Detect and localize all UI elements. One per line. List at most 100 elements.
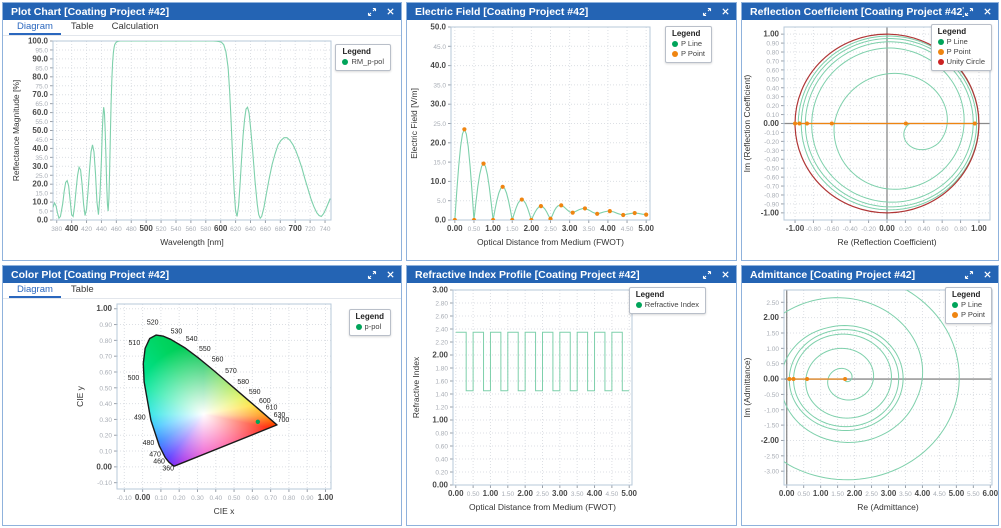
tick-label: 0.00 <box>763 119 779 128</box>
tab-table[interactable]: Table <box>63 283 102 298</box>
close-icon[interactable] <box>386 7 395 16</box>
data-point <box>571 211 575 215</box>
tick-label: 1.60 <box>435 379 448 386</box>
tick-label: -0.50 <box>764 392 779 399</box>
x-axis-title: CIE x <box>214 506 236 516</box>
tick-label: 0.70 <box>99 354 112 361</box>
close-icon[interactable] <box>983 270 992 279</box>
tick-label: 40.0 <box>32 144 48 153</box>
tick-label: 60.0 <box>32 108 48 117</box>
tick-label: -1.00 <box>761 208 780 217</box>
legend-item-label: Refractive Index <box>645 300 699 310</box>
tick-label: 1.50 <box>506 226 519 233</box>
tick-label: 0.00 <box>448 489 464 498</box>
close-icon[interactable] <box>721 270 730 279</box>
x-axis-title: Optical Distance from Medium (FWOT) <box>469 502 616 512</box>
tick-label: -0.70 <box>764 184 779 191</box>
tick-label: 4.00 <box>587 489 603 498</box>
tick-label: 0.50 <box>766 76 779 83</box>
window-titlebar[interactable]: Refractive Index Profile [Coating Projec… <box>407 266 736 283</box>
tick-label: 2.50 <box>536 491 549 498</box>
maximize-icon[interactable] <box>964 270 974 280</box>
plot-reflectance-spectrum: 3804004204404604805005205405605806006206… <box>3 36 401 260</box>
window-titlebar[interactable]: Electric Field [Coating Project #42] <box>407 3 736 20</box>
tab-table[interactable]: Table <box>63 20 102 35</box>
legend-title: Legend <box>952 290 985 299</box>
tick-label: -0.80 <box>806 226 821 233</box>
data-point <box>830 122 834 126</box>
tick-label: 0.80 <box>766 50 779 57</box>
tick-label: 1.50 <box>766 330 779 337</box>
close-icon[interactable] <box>721 7 730 16</box>
tick-label: 25.0 <box>35 173 48 180</box>
tab-calculation[interactable]: Calculation <box>104 20 167 35</box>
maximize-icon[interactable] <box>702 270 712 280</box>
maximize-icon[interactable] <box>367 7 377 17</box>
tick-label: 0.90 <box>99 322 112 329</box>
tick-label: 0.80 <box>99 338 112 345</box>
window-titlebar[interactable]: Plot Chart [Coating Project #42] <box>3 3 401 20</box>
tick-label: 2.60 <box>435 314 448 321</box>
close-icon[interactable] <box>983 7 992 16</box>
window-admittance: Admittance [Coating Project #42] 0.000.5… <box>741 265 999 526</box>
maximize-icon[interactable] <box>702 7 712 17</box>
tick-label: 10.0 <box>430 177 446 186</box>
x-axis-title: Wavelength [nm] <box>160 237 223 247</box>
tick-label: 660 <box>260 226 271 233</box>
tick-label: 540 <box>171 226 182 233</box>
window-title: Electric Field [Coating Project #42] <box>415 6 702 18</box>
tick-label: 420 <box>81 226 92 233</box>
tick-label: 0.20 <box>899 226 912 233</box>
tick-label: 0.50 <box>99 385 112 392</box>
window-title: Plot Chart [Coating Project #42] <box>11 6 367 18</box>
tick-label: 0.50 <box>797 491 810 498</box>
tick-label: 2.00 <box>517 489 533 498</box>
window-electric-field: Electric Field [Coating Project #42] 0.0… <box>406 2 737 261</box>
tick-label: 2.50 <box>766 300 779 307</box>
tick-label: 40.0 <box>430 61 446 70</box>
legend-item: RM_p-pol <box>342 57 384 67</box>
window-titlebar[interactable]: Reflection Coefficient [Coating Project … <box>742 3 998 20</box>
window-titlebar[interactable]: Admittance [Coating Project #42] <box>742 266 998 283</box>
tick-label: 0.40 <box>99 401 112 408</box>
tab-diagram[interactable]: Diagram <box>9 20 61 35</box>
tick-label: 0.0 <box>37 216 49 225</box>
tick-label: 35.0 <box>35 155 48 162</box>
tick-label: 4.50 <box>933 491 946 498</box>
tick-label: -0.10 <box>764 130 779 137</box>
tick-label: 5.00 <box>638 224 654 233</box>
tick-label: 5.00 <box>621 489 637 498</box>
tick-label: 50.0 <box>430 23 446 32</box>
tick-label: 0.40 <box>766 85 779 92</box>
window-title: Reflection Coefficient [Coating Project … <box>750 6 964 18</box>
window-titlebar[interactable]: Color Plot [Coating Project #42] <box>3 266 401 283</box>
maximize-icon[interactable] <box>367 270 377 280</box>
window-color-plot: Color Plot [Coating Project #42] Diagram… <box>2 265 402 526</box>
tick-label: 740 <box>320 226 331 233</box>
tick-label: 55.0 <box>35 119 48 126</box>
tick-label: 0.00 <box>447 224 463 233</box>
legend-title: Legend <box>342 47 384 56</box>
legend-item-label: P Point <box>947 47 971 57</box>
tick-label: 3.50 <box>899 491 912 498</box>
data-point <box>805 122 809 126</box>
data-point <box>501 185 505 189</box>
data-point <box>973 122 977 126</box>
y-axis-ticks: 0.05.010.015.020.025.030.035.040.045.050… <box>28 37 331 225</box>
tick-label: -0.60 <box>764 175 779 182</box>
tick-label: 640 <box>245 226 256 233</box>
legend-item-label: Unity Circle <box>947 57 985 67</box>
tab-diagram[interactable]: Diagram <box>9 283 61 298</box>
chart-canvas: 0.000.501.001.502.002.503.003.504.004.50… <box>407 283 736 525</box>
tick-label: 90.0 <box>32 54 48 63</box>
tick-label: 1.00 <box>96 304 112 313</box>
data-point <box>787 377 791 381</box>
close-icon[interactable] <box>386 270 395 279</box>
maximize-icon[interactable] <box>964 7 974 17</box>
tick-label: 3.00 <box>432 286 448 295</box>
tick-label: 5.0 <box>437 198 446 205</box>
tick-label: 4.00 <box>915 489 931 498</box>
tick-label: 45.0 <box>433 44 446 51</box>
tick-label: -0.60 <box>824 226 839 233</box>
tick-label: 2.00 <box>763 313 779 322</box>
